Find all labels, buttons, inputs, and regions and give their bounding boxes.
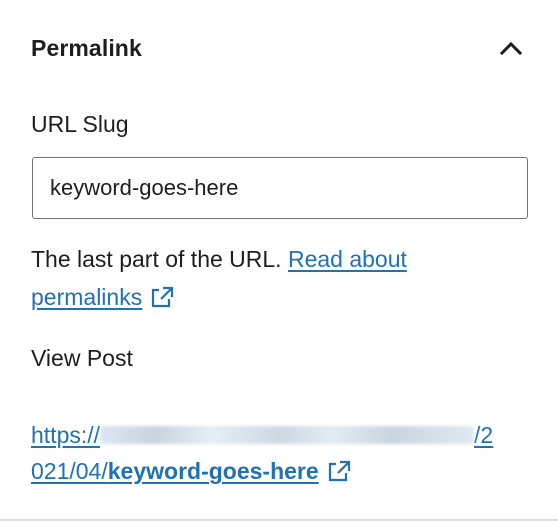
permalink-panel-toggle[interactable]: Permalink — [31, 28, 526, 68]
url-prefix: https:// — [31, 422, 101, 448]
url-slug-label: URL Slug — [31, 111, 129, 137]
permalink-panel: Permalink URL Slug The last part of the … — [0, 0, 558, 521]
url-middle-tail: /2 — [474, 422, 494, 448]
url-slug-help: The last part of the URL. Read about perm… — [31, 240, 531, 319]
link-text-line2: permalinks — [31, 284, 143, 310]
blurred-domain — [100, 426, 475, 444]
url-slug-bold: keyword-goes-here — [107, 458, 319, 484]
link-text-line1: Read about — [287, 246, 407, 272]
help-text: The last part of the URL. — [31, 246, 288, 272]
url-line2: 021/04/ — [31, 458, 108, 484]
external-link-icon — [150, 281, 174, 319]
url-slug-input[interactable] — [32, 157, 528, 219]
external-link-icon — [327, 456, 351, 492]
view-post-link[interactable]: https:// /2 021/04/keyword-goes-here — [31, 422, 493, 484]
panel-title: Permalink — [31, 34, 142, 61]
chevron-up-icon[interactable] — [496, 33, 526, 63]
view-post-label: View Post — [31, 345, 133, 371]
view-post-link-container: https:// /2 021/04/keyword-goes-here — [31, 417, 531, 492]
